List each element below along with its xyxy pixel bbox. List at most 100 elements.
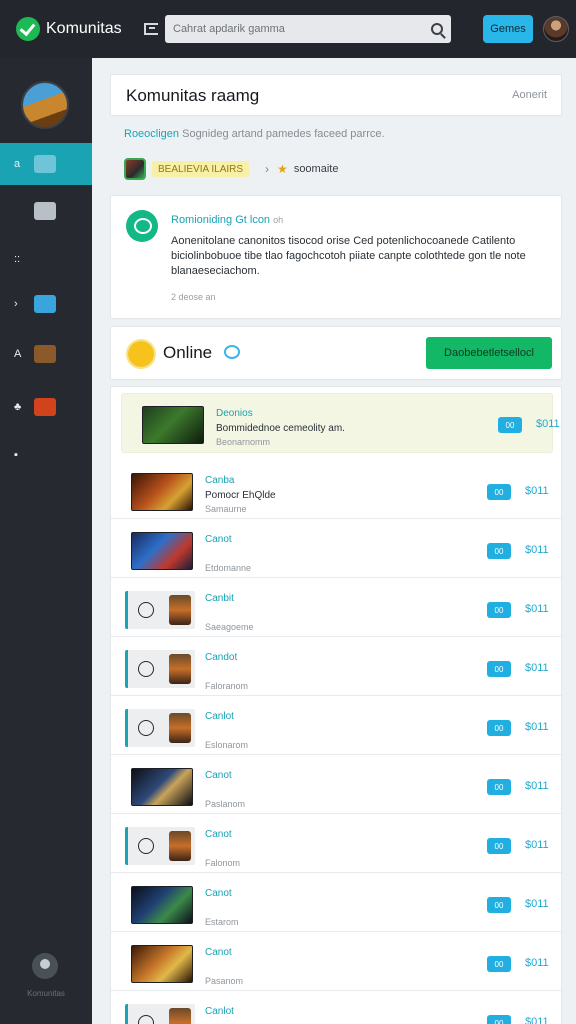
- sidebar-item-3[interactable]: ::: [0, 238, 92, 280]
- row-badge[interactable]: 00: [487, 484, 511, 500]
- character-image: [169, 713, 191, 743]
- row-subtitle: Saeagoeme: [205, 622, 254, 632]
- sidebar-item-5[interactable]: A: [0, 333, 92, 375]
- row-badge[interactable]: 00: [487, 779, 511, 795]
- list-item[interactable]: Canlot 00 $011: [111, 992, 563, 1024]
- user-avatar[interactable]: [543, 16, 569, 42]
- list-item[interactable]: Candot Faloranom 00 $011: [111, 638, 563, 696]
- row-badge[interactable]: 00: [487, 602, 511, 618]
- character-image: [169, 595, 191, 625]
- row-title[interactable]: Deonios: [216, 408, 253, 419]
- game-thumbnail[interactable]: [131, 532, 193, 570]
- topbar-action-button[interactable]: Gemes: [483, 15, 533, 43]
- row-price: $011: [525, 485, 549, 497]
- smile-icon: [138, 838, 154, 854]
- character-image: [169, 654, 191, 684]
- row-title[interactable]: Canlot: [205, 1006, 234, 1017]
- row-badge[interactable]: 00: [487, 838, 511, 854]
- game-thumbnail[interactable]: [131, 473, 193, 511]
- list-item[interactable]: Deonios Bommidednoe cemeolity am. Beonarno…: [121, 393, 560, 453]
- sidebar-item-4[interactable]: ›: [0, 283, 92, 325]
- row-badge[interactable]: 00: [487, 661, 511, 677]
- online-section-header: Online Daobebetletsellocl: [110, 326, 562, 380]
- sidebar-item-1[interactable]: a: [0, 143, 92, 185]
- game-thumbnail[interactable]: [131, 945, 193, 983]
- photo-icon: [34, 155, 56, 173]
- sidebar-item-2[interactable]: [0, 190, 92, 232]
- list-item[interactable]: Canot Paslanom 00 $011: [111, 756, 563, 814]
- chevron-right-icon: ›: [265, 162, 270, 176]
- online-action-button[interactable]: Daobebetletsellocl: [426, 337, 552, 369]
- sidebar-item-marker: a: [14, 158, 21, 170]
- sidebar-footer-label: Komunitas: [27, 989, 65, 998]
- row-badge[interactable]: 00: [487, 720, 511, 736]
- game-tile-icon: [34, 345, 56, 363]
- app-name: Komunitas: [46, 20, 122, 37]
- game-thumbnail[interactable]: [125, 1004, 195, 1024]
- list-item[interactable]: Canba Pomocr EhQlde Samaurne 00 $011: [111, 461, 563, 519]
- sidebar-item-6[interactable]: ♣: [0, 386, 92, 428]
- header-link[interactable]: Aonerit: [512, 89, 547, 101]
- page-title: Komunitas raamg: [126, 86, 260, 105]
- list-item[interactable]: Canot Falonom 00 $011: [111, 815, 563, 873]
- row-subtitle: Beonarnomm: [216, 437, 271, 447]
- row-badge[interactable]: 00: [498, 417, 522, 433]
- game-thumbnail[interactable]: [125, 591, 195, 629]
- search-icon[interactable]: [431, 23, 443, 35]
- profile-icon[interactable]: [32, 953, 58, 979]
- row-subtitle: Paslanom: [205, 799, 246, 809]
- row-title[interactable]: Canot: [205, 947, 232, 958]
- game-thumbnail[interactable]: [125, 709, 195, 747]
- post-body: Aonenitolane canonitos tisocod orise Ced…: [171, 235, 526, 277]
- breadcrumb: BEALIEVIA ILAIRS › ★ soomaite: [124, 158, 338, 180]
- post-title[interactable]: Romioniding Gt lcon oh: [171, 214, 283, 226]
- search-input[interactable]: [173, 23, 431, 35]
- row-subtitle: Estarom: [205, 917, 239, 927]
- row-title[interactable]: Canba: [205, 475, 234, 486]
- smile-icon: [138, 661, 154, 677]
- row-title[interactable]: Candot: [205, 652, 237, 663]
- menu-icon[interactable]: [144, 23, 158, 35]
- list-item[interactable]: Canlot Eslonarom 00 $011: [111, 697, 563, 755]
- breadcrumb-label[interactable]: soomaite: [294, 163, 339, 175]
- sun-icon: [126, 339, 156, 369]
- intro-highlight[interactable]: Roeocligen: [124, 128, 179, 140]
- game-thumbnail[interactable]: [142, 406, 204, 444]
- community-avatar[interactable]: [21, 81, 69, 129]
- row-badge[interactable]: 00: [487, 1015, 511, 1024]
- row-title[interactable]: Canot: [205, 770, 232, 781]
- game-thumbnail[interactable]: [125, 827, 195, 865]
- list-item[interactable]: Canbit Saeagoeme 00 $011: [111, 579, 563, 637]
- row-badge[interactable]: 00: [487, 897, 511, 913]
- breadcrumb-tag[interactable]: BEALIEVIA ILAIRS: [152, 161, 250, 177]
- row-badge[interactable]: 00: [487, 956, 511, 972]
- smile-icon: [138, 720, 154, 736]
- row-badge[interactable]: 00: [487, 543, 511, 559]
- row-title[interactable]: Canlot: [205, 711, 234, 722]
- row-subtitle: Pasanom: [205, 976, 244, 986]
- list-item[interactable]: Canot Pasanom 00 $011: [111, 933, 563, 991]
- game-thumb-icon[interactable]: [124, 158, 146, 180]
- list-item[interactable]: Canot Etdomanne 00 $011: [111, 520, 563, 578]
- game-thumbnail[interactable]: [125, 650, 195, 688]
- row-subtitle: Etdomanne: [205, 563, 252, 573]
- row-title[interactable]: Canot: [205, 534, 232, 545]
- game-thumbnail[interactable]: [131, 886, 193, 924]
- row-price: $011: [525, 839, 549, 851]
- row-title[interactable]: Canbit: [205, 593, 234, 604]
- list-item[interactable]: Canot Estarom 00 $011: [111, 874, 563, 932]
- building-icon: [34, 202, 56, 220]
- game-tile-icon: [34, 398, 56, 416]
- game-list: Deonios Bommidednoe cemeolity am. Beonarno…: [110, 386, 563, 1024]
- search-bar[interactable]: [165, 15, 451, 43]
- row-subtitle: Falonom: [205, 858, 241, 868]
- post-card[interactable]: Romioniding Gt lcon oh Aonenitolane cano…: [110, 195, 562, 319]
- app-logo[interactable]: Komunitas: [16, 17, 140, 41]
- row-title[interactable]: Canot: [205, 829, 232, 840]
- sidebar-item-7[interactable]: ▪: [0, 434, 92, 476]
- game-thumbnail[interactable]: [131, 768, 193, 806]
- smile-icon: [138, 602, 154, 618]
- row-price: $011: [525, 603, 549, 615]
- chat-bubble-icon[interactable]: [224, 345, 240, 359]
- row-title[interactable]: Canot: [205, 888, 232, 899]
